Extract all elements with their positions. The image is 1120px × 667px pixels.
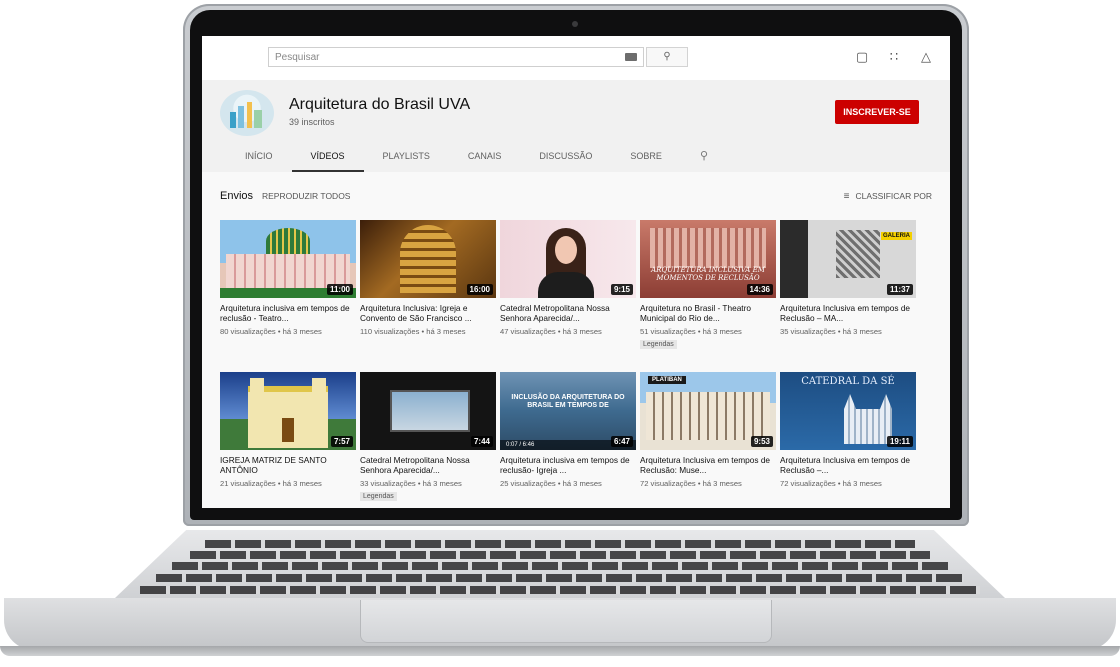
- captions-badge: Legendas: [640, 340, 677, 349]
- sort-icon: ≡: [843, 191, 850, 202]
- video-card[interactable]: ARQUITETURA INCLUSIVA EM MOMENTOS DE REC…: [640, 220, 776, 352]
- video-title[interactable]: Catedral Metropolitana Nossa Senhora Apa…: [500, 303, 636, 323]
- trackpad[interactable]: [360, 600, 772, 643]
- captions-badge: Legendas: [360, 492, 397, 501]
- video-meta: 72 visualizações • há 3 meses: [640, 479, 742, 488]
- video-thumbnail[interactable]: CATEDRAL DA SÉ 19:11: [780, 372, 916, 450]
- duration-badge: 7:57: [330, 436, 353, 447]
- video-thumbnail[interactable]: GALERIA 11:37: [780, 220, 916, 298]
- duration-badge: 16:00: [466, 284, 493, 295]
- video-title[interactable]: Arquitetura inclusiva em tempos de reclu…: [220, 303, 356, 323]
- tab-canais[interactable]: CANAIS: [449, 148, 521, 172]
- video-title[interactable]: Catedral Metropolitana Nossa Senhora Apa…: [360, 455, 496, 475]
- camera-add-icon[interactable]: ▢: [854, 49, 870, 65]
- duration-badge: 19:11: [886, 436, 913, 447]
- channel-tabs: INÍCIO VÍDEOS PLAYLISTS CANAIS DISCUSSÃO…: [226, 148, 727, 172]
- video-meta: 35 visualizações • há 3 meses: [780, 327, 882, 336]
- channel-header: Arquitetura do Brasil UVA 39 inscritos I…: [202, 80, 950, 172]
- video-title[interactable]: Arquitetura inclusiva em tempos de reclu…: [500, 455, 636, 475]
- sort-label: CLASSIFICAR POR: [855, 191, 932, 201]
- video-thumbnail[interactable]: ARQUITETURA INCLUSIVA EM MOMENTOS DE REC…: [640, 220, 776, 298]
- webcam: [572, 21, 578, 27]
- video-card[interactable]: PLATIBAN 9:53 Arquitetura Inclusiva em t…: [640, 372, 776, 504]
- tab-playlists[interactable]: PLAYLISTS: [364, 148, 449, 172]
- search-button[interactable]: ⚲: [646, 47, 688, 67]
- tab-videos[interactable]: VÍDEOS: [291, 148, 364, 172]
- thumbnail-tag: GALERIA: [881, 232, 912, 240]
- duration-badge: 11:37: [886, 284, 913, 295]
- video-meta: 110 visualizações • há 3 meses: [360, 327, 466, 336]
- apps-grid-icon[interactable]: ∷: [886, 49, 902, 65]
- video-title[interactable]: Arquitetura Inclusiva em tempos de Reclu…: [640, 455, 776, 475]
- video-thumbnail[interactable]: INCLUSÃO DA ARQUITETURA DO BRASIL EM TEM…: [500, 372, 636, 450]
- youtube-screen: ⚲ ▢ ∷ △ Arquitetura do Brasil UVA 39 ins…: [202, 36, 950, 508]
- video-card[interactable]: 9:15 Catedral Metropolitana Nossa Senhor…: [500, 220, 636, 352]
- key-row: [205, 540, 915, 548]
- video-card[interactable]: 11:00 Arquitetura inclusiva em tempos de…: [220, 220, 356, 352]
- top-bar: ⚲ ▢ ∷ △: [202, 36, 950, 80]
- uploads-header: Envios REPRODUZIR TODOS ≡ CLASSIFICAR POR: [220, 190, 932, 204]
- video-title[interactable]: IGREJA MATRIZ DE SANTO ANTÔNIO: [220, 455, 356, 475]
- duration-badge: 14:36: [746, 284, 773, 295]
- video-title[interactable]: Arquitetura Inclusiva em tempos de Reclu…: [780, 303, 916, 323]
- key-row: [190, 551, 930, 559]
- key-row: [140, 586, 980, 594]
- keyboard-icon[interactable]: [625, 53, 637, 61]
- video-card[interactable]: 16:00 Arquitetura Inclusiva: Igreja e Co…: [360, 220, 496, 352]
- video-title[interactable]: Arquitetura Inclusiva em tempos de Reclu…: [780, 455, 916, 475]
- video-meta: 80 visualizações • há 3 meses: [220, 327, 322, 336]
- search-box[interactable]: [268, 47, 644, 67]
- video-card[interactable]: 7:44 Catedral Metropolitana Nossa Senhor…: [360, 372, 496, 504]
- duration-badge: 9:53: [750, 436, 773, 447]
- video-title[interactable]: Arquitetura no Brasil - Theatro Municipa…: [640, 303, 776, 323]
- subscribe-button[interactable]: INSCREVER-SE: [835, 100, 919, 124]
- video-thumbnail[interactable]: 11:00: [220, 220, 356, 298]
- search-icon: ⚲: [663, 51, 671, 62]
- channel-avatar[interactable]: [220, 90, 274, 136]
- channel-name: Arquitetura do Brasil UVA: [289, 96, 471, 113]
- channel-search-icon[interactable]: ⚲: [681, 148, 727, 172]
- key-row: [156, 574, 964, 582]
- sort-button[interactable]: ≡ CLASSIFICAR POR: [844, 191, 932, 202]
- video-thumbnail[interactable]: 9:15: [500, 220, 636, 298]
- key-row: [172, 562, 948, 570]
- thumbnail-tag: PLATIBAN: [648, 376, 686, 384]
- video-meta: 25 visualizações • há 3 meses: [500, 479, 602, 488]
- search-input[interactable]: [269, 48, 621, 66]
- bell-icon[interactable]: △: [918, 49, 934, 65]
- duration-badge: 9:15: [610, 284, 633, 295]
- duration-badge: 7:44: [470, 436, 493, 447]
- video-title[interactable]: Arquitetura Inclusiva: Igreja e Convento…: [360, 303, 496, 323]
- video-meta: 33 visualizações • há 3 meses: [360, 479, 462, 488]
- tab-discussao[interactable]: DISCUSSÃO: [520, 148, 611, 172]
- video-meta: 72 visualizações • há 3 meses: [780, 479, 882, 488]
- video-meta: 21 visualizações • há 3 meses: [220, 479, 322, 488]
- duration-badge: 11:00: [326, 284, 353, 295]
- thumbnail-caption: CATEDRAL DA SÉ: [801, 376, 895, 387]
- thumbnail-caption: ARQUITETURA INCLUSIVA EM MOMENTOS DE REC…: [651, 266, 765, 282]
- laptop-base-edge: [0, 646, 1120, 656]
- video-card[interactable]: INCLUSÃO DA ARQUITETURA DO BRASIL EM TEM…: [500, 372, 636, 504]
- thumbnail-caption: INCLUSÃO DA ARQUITETURA DO BRASIL EM TEM…: [511, 394, 625, 409]
- video-card[interactable]: CATEDRAL DA SÉ 19:11 Arquitetura Inclusi…: [780, 372, 916, 504]
- video-meta: 47 visualizações • há 3 meses: [500, 327, 602, 336]
- video-meta: 51 visualizações • há 3 meses: [640, 327, 742, 336]
- section-title: Envios: [220, 190, 254, 202]
- play-all-link[interactable]: REPRODUZIR TODOS: [262, 191, 350, 201]
- top-icons: ▢ ∷ △: [854, 49, 934, 65]
- duration-badge: 6:47: [610, 436, 633, 447]
- tab-inicio[interactable]: INÍCIO: [226, 148, 292, 172]
- video-grid: 11:00 Arquitetura inclusiva em tempos de…: [220, 220, 932, 504]
- video-thumbnail[interactable]: 7:44: [360, 372, 496, 450]
- video-thumbnail[interactable]: 16:00: [360, 220, 496, 298]
- video-thumbnail[interactable]: 7:57: [220, 372, 356, 450]
- subscriber-count: 39 inscritos: [289, 117, 335, 127]
- video-card[interactable]: 7:57 IGREJA MATRIZ DE SANTO ANTÔNIO 21 v…: [220, 372, 356, 504]
- video-card[interactable]: GALERIA 11:37 Arquitetura Inclusiva em t…: [780, 220, 916, 352]
- tab-sobre[interactable]: SOBRE: [611, 148, 681, 172]
- video-thumbnail[interactable]: PLATIBAN 9:53: [640, 372, 776, 450]
